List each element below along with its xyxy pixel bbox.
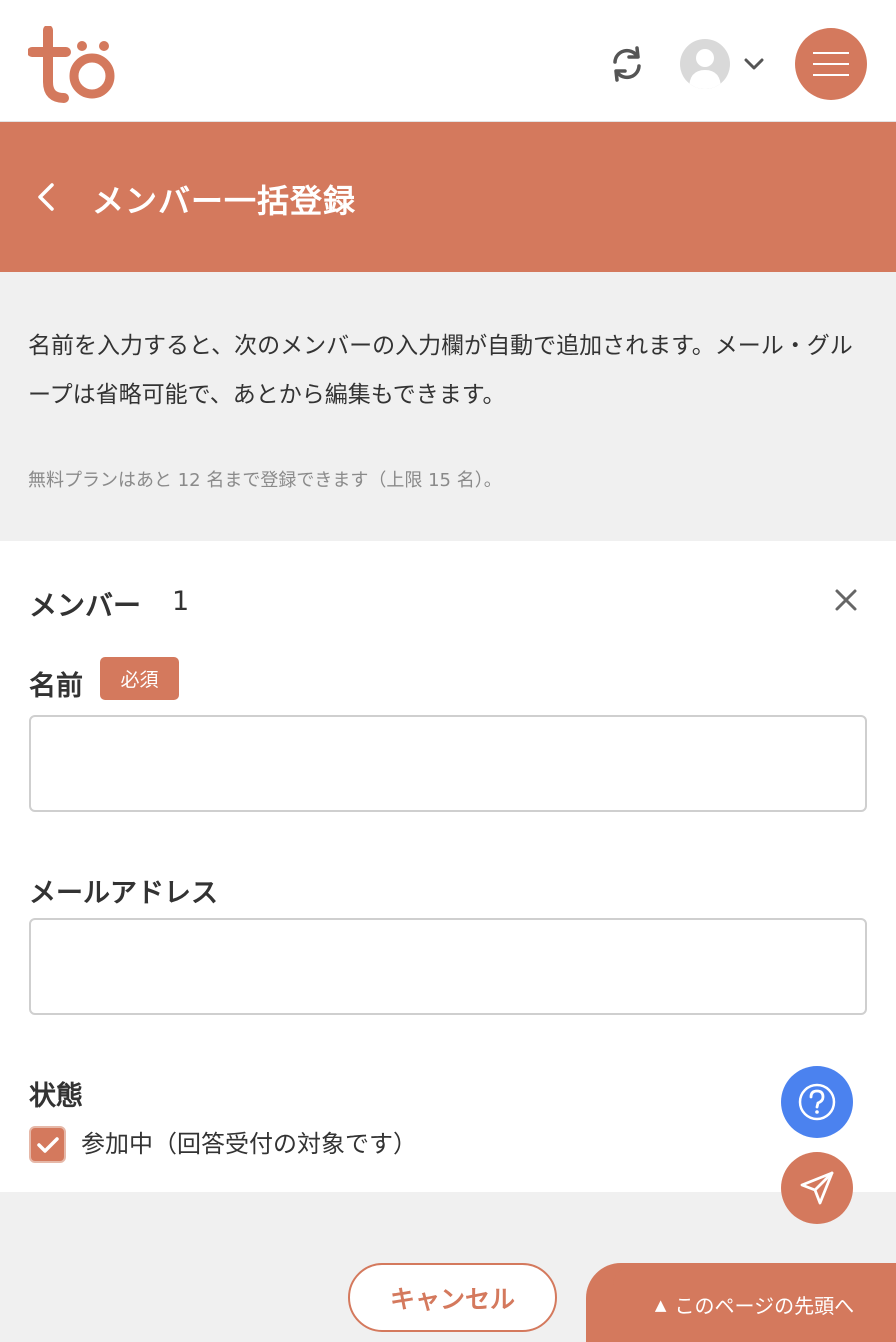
close-icon[interactable] bbox=[833, 587, 859, 613]
status-checkbox[interactable] bbox=[29, 1126, 66, 1163]
check-icon bbox=[36, 1136, 59, 1153]
user-avatar-icon[interactable] bbox=[680, 39, 730, 89]
name-input[interactable] bbox=[29, 715, 867, 812]
intro-text: 名前を入力すると、次のメンバーの入力欄が自動で追加されます。メール・グループは省… bbox=[28, 333, 853, 408]
required-badge: 必須 bbox=[100, 657, 179, 700]
status-label: 状態 bbox=[29, 1081, 83, 1112]
triangle-up-icon: ▲ bbox=[654, 1295, 667, 1314]
help-button[interactable] bbox=[781, 1066, 853, 1138]
question-mark-icon bbox=[798, 1083, 836, 1121]
menu-button[interactable] bbox=[795, 28, 867, 100]
paper-plane-icon bbox=[800, 1171, 834, 1205]
page-title: メンバー一括登録 bbox=[92, 182, 357, 220]
back-to-top-button[interactable]: ▲ このページの先頭へ bbox=[613, 1267, 896, 1342]
back-to-top-label: このページの先頭へ bbox=[674, 1294, 855, 1318]
send-feedback-button[interactable] bbox=[781, 1152, 853, 1224]
plan-limit-note: 無料プランはあと 12 名まで登録できます（上限 15 名）。 bbox=[28, 470, 502, 491]
member-heading: メンバー bbox=[29, 589, 142, 622]
chevron-down-icon[interactable] bbox=[742, 54, 766, 74]
cancel-button[interactable]: キャンセル bbox=[348, 1263, 557, 1332]
email-label: メールアドレス bbox=[29, 878, 218, 909]
top-bar: tö bbox=[0, 0, 896, 122]
member-number: 1 bbox=[172, 586, 190, 617]
chevron-left-icon[interactable] bbox=[32, 180, 60, 214]
sync-icon[interactable] bbox=[607, 44, 647, 84]
member-card bbox=[0, 541, 896, 1192]
status-checkbox-label[interactable]: 参加中（回答受付の対象です） bbox=[81, 1124, 417, 1159]
name-label: 名前 bbox=[29, 671, 83, 702]
hamburger-menu-icon bbox=[813, 52, 849, 76]
email-input[interactable] bbox=[29, 918, 867, 1015]
logo[interactable]: tö bbox=[28, 26, 118, 104]
